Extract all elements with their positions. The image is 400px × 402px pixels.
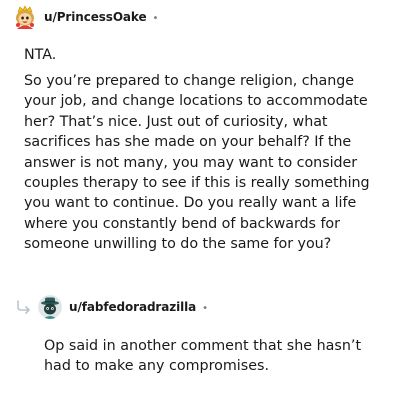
reply-header: u/fabfedoradrazilla • xyxy=(38,294,208,320)
avatar[interactable] xyxy=(14,5,36,29)
reply-avatar[interactable] xyxy=(38,295,62,319)
reply-separator-dot: • xyxy=(202,302,209,314)
comment-paragraph-2: So you’re prepared to change religion, c… xyxy=(24,73,370,253)
reply-avatar-icon xyxy=(38,295,62,319)
separator-dot: • xyxy=(152,12,159,24)
avatar-icon xyxy=(16,5,34,29)
comment-paragraph-1: NTA. xyxy=(24,47,57,63)
comment-username[interactable]: u/PrincessOake xyxy=(44,10,147,24)
comment-header: u/PrincessOake • xyxy=(14,4,158,30)
reply-text: Op said in another comment that she hasn… xyxy=(44,338,362,375)
reply-arrow-icon xyxy=(17,300,30,314)
reply-username[interactable]: u/fabfedoradrazilla xyxy=(69,300,196,314)
